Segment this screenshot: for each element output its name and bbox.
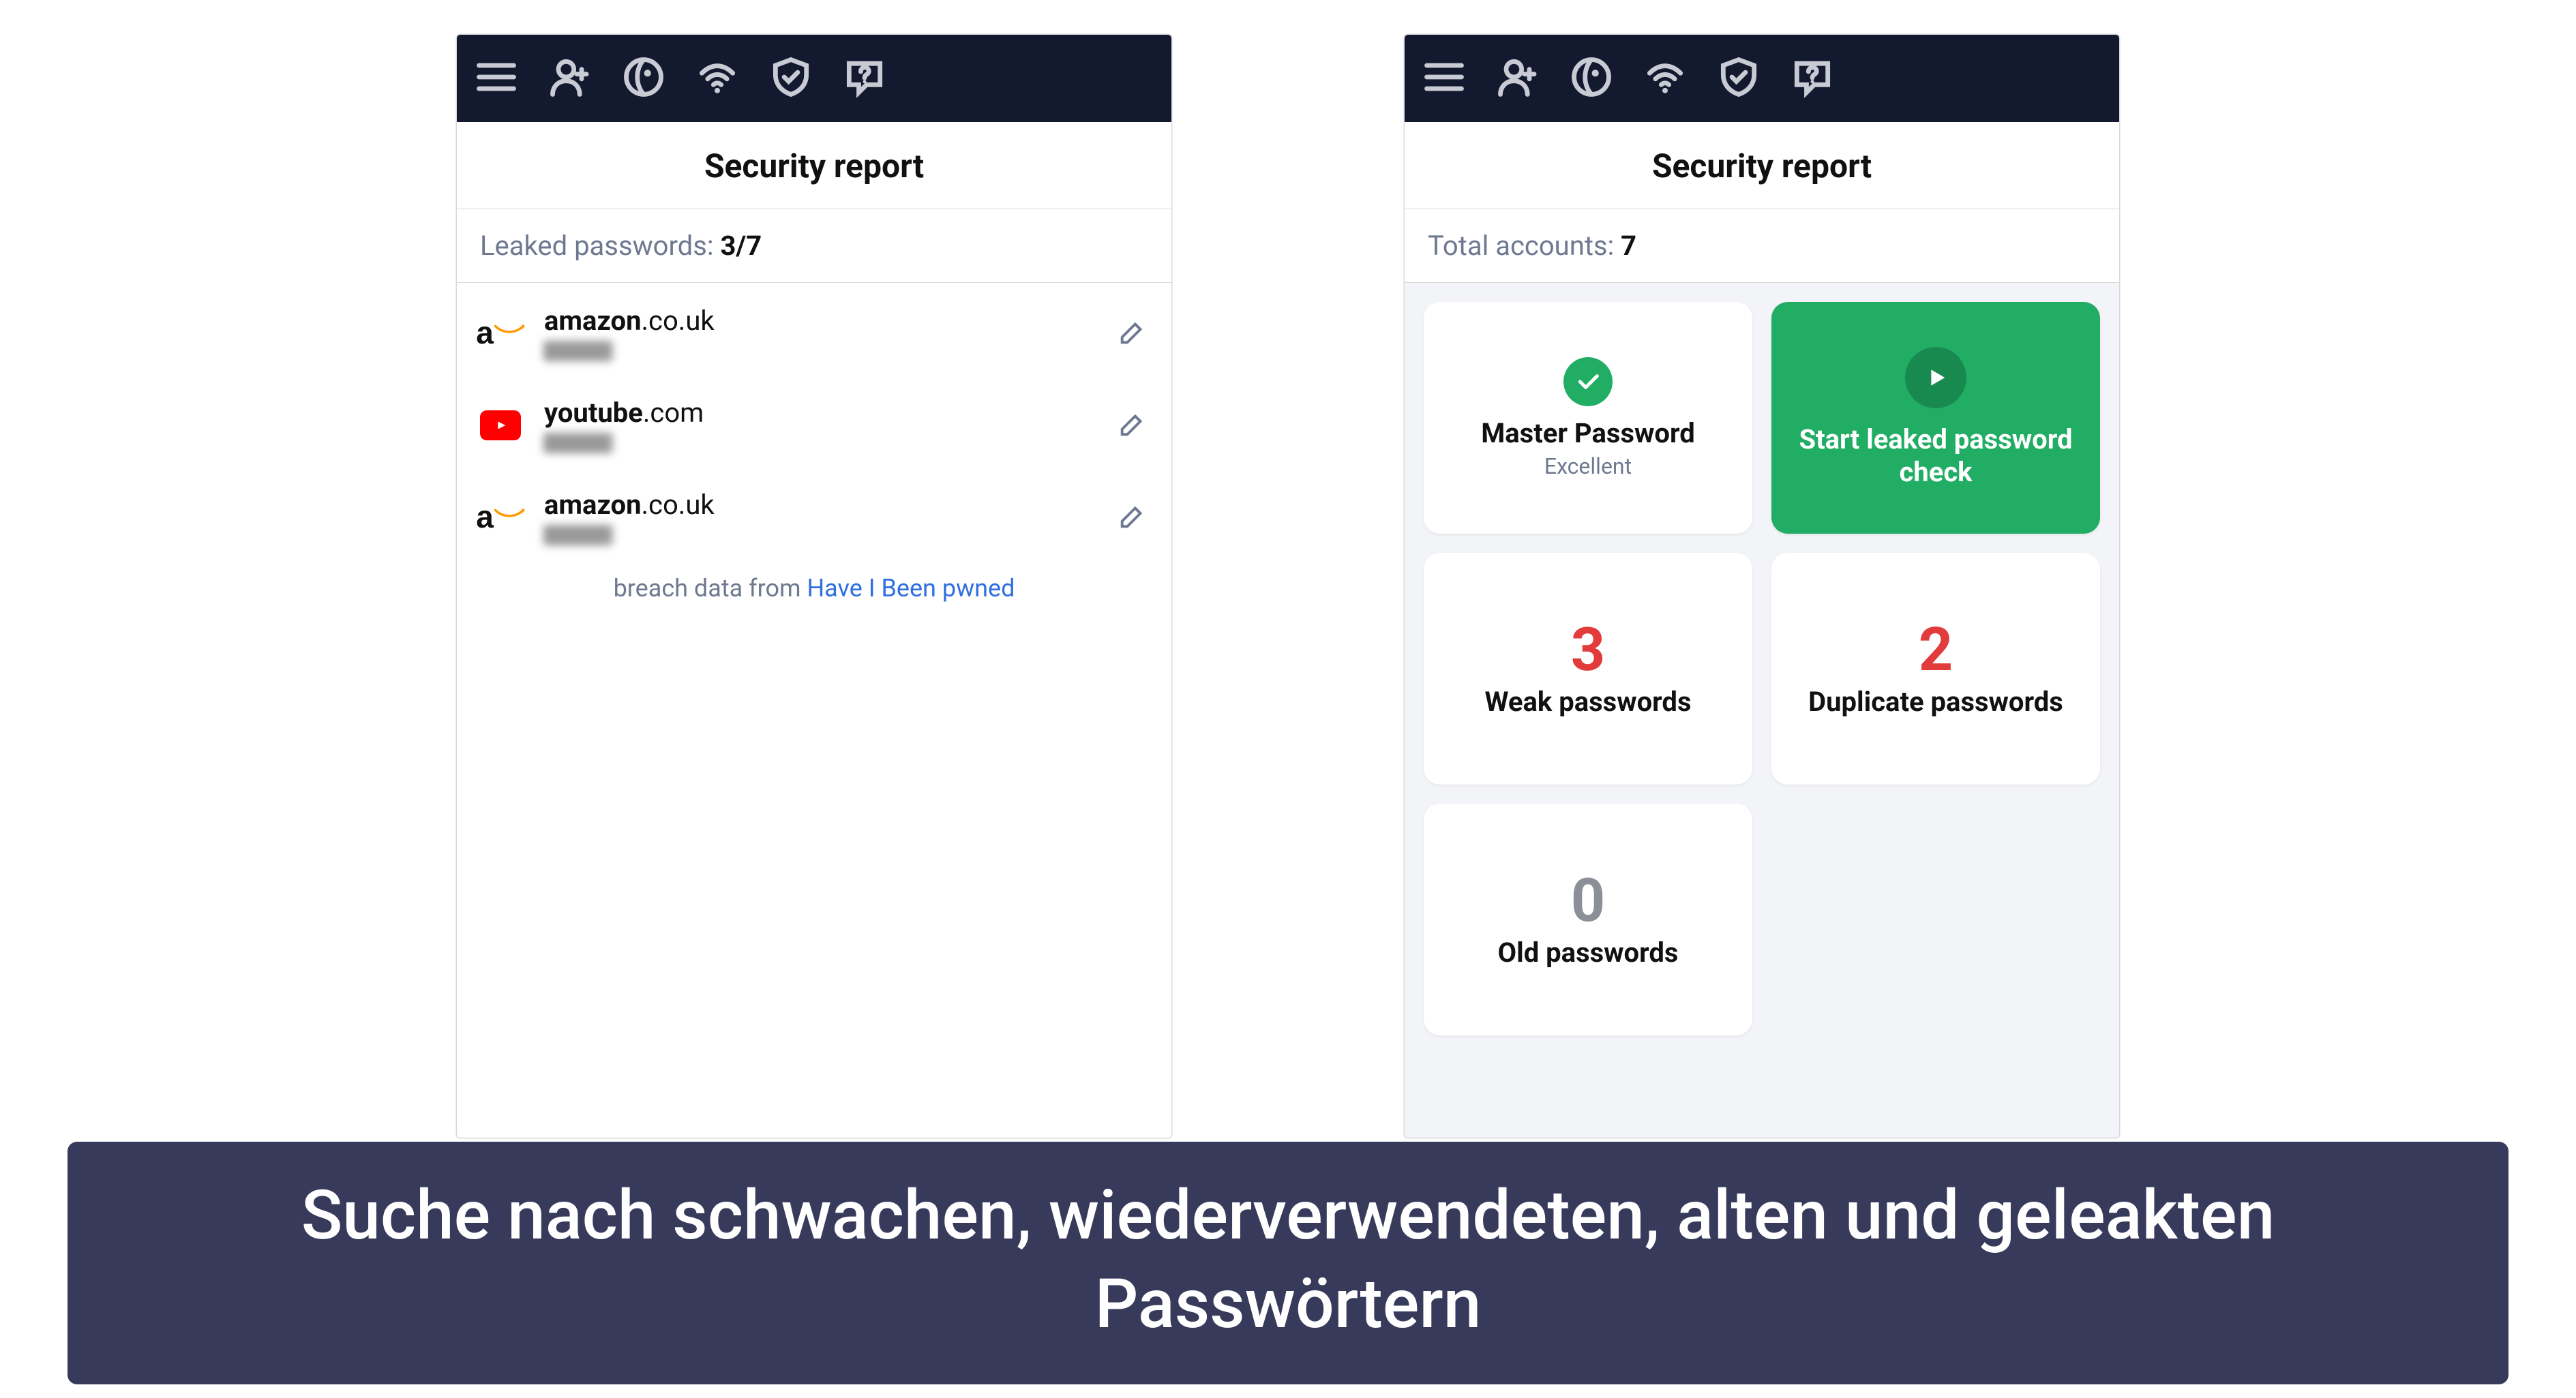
- item-domain: amazon.co.uk: [544, 305, 1094, 337]
- card-weak-passwords[interactable]: 3 Weak passwords: [1424, 553, 1752, 785]
- globe-icon[interactable]: [1568, 54, 1615, 103]
- edit-icon[interactable]: [1117, 408, 1148, 442]
- shield-icon[interactable]: [768, 54, 814, 103]
- wifi-icon[interactable]: [1642, 54, 1688, 103]
- total-subheader: Total accounts: 7: [1405, 209, 2119, 283]
- list-item[interactable]: a amazon.co.uk: [457, 287, 1171, 379]
- total-label: Total accounts:: [1428, 230, 1621, 262]
- profile-icon[interactable]: [547, 54, 593, 103]
- card-start-check[interactable]: Start leaked password check: [1771, 302, 2100, 534]
- total-count: 7: [1621, 230, 1636, 262]
- card-duplicate-passwords[interactable]: 2 Duplicate passwords: [1771, 553, 2100, 785]
- check-icon: [1563, 357, 1613, 406]
- list-item[interactable]: a amazon.co.uk: [457, 471, 1171, 563]
- help-icon[interactable]: [841, 54, 888, 103]
- leaked-count: 3/7: [720, 230, 762, 262]
- phone-right: Security report Total accounts: 7 Master…: [1404, 34, 2120, 1138]
- card-subtitle: Excellent: [1544, 453, 1632, 479]
- profile-icon[interactable]: [1495, 54, 1541, 103]
- edit-icon[interactable]: [1117, 316, 1148, 350]
- leaked-list: a amazon.co.uk youtube.com: [457, 283, 1171, 567]
- card-number: 3: [1571, 620, 1606, 680]
- play-icon: [1905, 347, 1966, 408]
- edit-icon[interactable]: [1117, 500, 1148, 534]
- card-title: Old passwords: [1498, 937, 1679, 969]
- item-domain: amazon.co.uk: [544, 489, 1094, 521]
- toolbar: [1405, 35, 2119, 122]
- leaked-subheader: Leaked passwords: 3/7: [457, 209, 1171, 283]
- leaked-label: Leaked passwords:: [480, 230, 720, 262]
- phone-left: Security report Leaked passwords: 3/7 a …: [456, 34, 1172, 1138]
- card-number: 0: [1571, 871, 1606, 931]
- page-title: Security report: [1405, 122, 2119, 209]
- help-icon[interactable]: [1789, 54, 1836, 103]
- page-title: Security report: [457, 122, 1171, 209]
- item-username-blurred: [544, 433, 612, 453]
- breach-link[interactable]: Have I Been pwned: [807, 574, 1015, 603]
- card-number: 2: [1919, 620, 1953, 680]
- item-username-blurred: [544, 341, 612, 361]
- card-master-password[interactable]: Master Password Excellent: [1424, 302, 1752, 534]
- toolbar: [457, 35, 1171, 122]
- menu-icon[interactable]: [1421, 54, 1467, 103]
- menu-icon[interactable]: [473, 54, 520, 103]
- item-domain: youtube.com: [544, 397, 1094, 429]
- caption-banner: Suche nach schwachen, wiederverwendeten,…: [68, 1142, 2508, 1384]
- cards-grid: Master Password Excellent Start leaked p…: [1405, 283, 2119, 1138]
- list-item[interactable]: youtube.com: [457, 379, 1171, 471]
- shield-icon[interactable]: [1716, 54, 1762, 103]
- item-username-blurred: [544, 525, 612, 545]
- card-title: Start leaked password check: [1784, 423, 2088, 489]
- card-old-passwords[interactable]: 0 Old passwords: [1424, 804, 1752, 1035]
- youtube-icon: [480, 405, 521, 446]
- card-title: Weak passwords: [1484, 686, 1691, 718]
- amazon-icon: a: [480, 313, 521, 354]
- card-title: Master Password: [1481, 417, 1695, 449]
- globe-icon[interactable]: [620, 54, 667, 103]
- amazon-icon: a: [480, 497, 521, 538]
- card-title: Duplicate passwords: [1808, 686, 2063, 718]
- wifi-icon[interactable]: [694, 54, 740, 103]
- breach-attribution: breach data from Have I Been pwned: [457, 567, 1171, 630]
